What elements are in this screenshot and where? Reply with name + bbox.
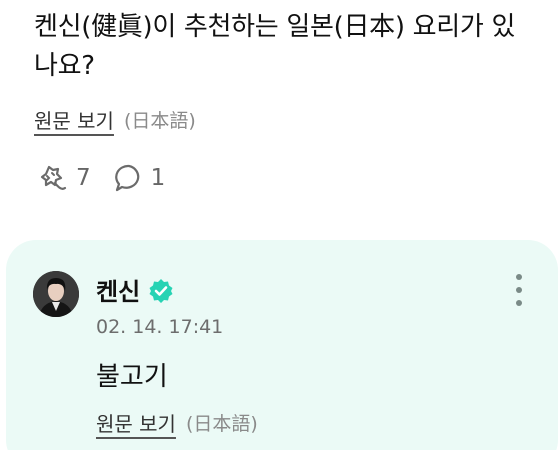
more-options-icon[interactable] (508, 272, 530, 308)
comment-icon (113, 162, 145, 194)
question-view-original-row: 원문 보기 (日本語) (34, 104, 196, 134)
view-original-link[interactable]: 원문 보기 (34, 105, 114, 134)
original-language-label: (日本語) (123, 109, 196, 132)
comment-count: 1 (150, 165, 166, 191)
author-name[interactable]: 켄신 (96, 272, 140, 307)
reply-original-language-label: (日本語) (185, 412, 258, 435)
like-button[interactable]: 7 (34, 161, 91, 195)
reply-view-original-row: 원문 보기 (日本語) (96, 407, 258, 437)
verified-badge-icon (148, 278, 174, 308)
like-icon (34, 161, 70, 195)
comment-button[interactable]: 1 (113, 162, 166, 194)
like-count: 7 (76, 165, 91, 191)
reply-card (6, 240, 558, 450)
reply-text: 불고기 (96, 362, 168, 392)
reaction-bar: 7 1 (34, 160, 165, 196)
reply-view-original-link[interactable]: 원문 보기 (96, 408, 176, 437)
author-avatar[interactable] (33, 271, 79, 317)
reply-timestamp: 02. 14. 17:41 (96, 316, 224, 338)
question-text: 켄신(健眞)이 추천하는 일본(日本) 요리가 있나요? (34, 12, 516, 81)
